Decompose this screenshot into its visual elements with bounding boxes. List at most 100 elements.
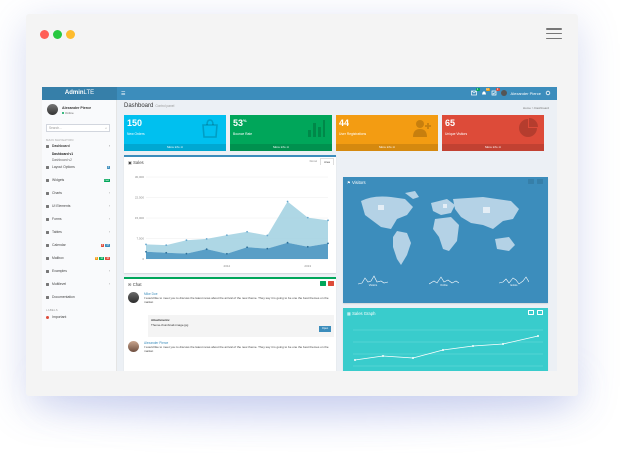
app-logo[interactable]: AdminLTE [42, 87, 117, 100]
data-point[interactable] [165, 251, 168, 254]
sidebar-badge: 5 [94, 256, 98, 260]
data-point[interactable] [165, 244, 168, 247]
sidebar-badge: 3 [100, 243, 104, 247]
sidebar-search-input[interactable]: Search... ⌕ [46, 124, 110, 132]
window-maximize-dot[interactable] [53, 30, 62, 39]
pie-chart-icon [46, 191, 49, 195]
stat-box-bounce-rate: 53% Bounce Rate More info ➜ [230, 115, 332, 151]
visitors-collapse-button[interactable] [537, 179, 543, 184]
main-navigation-header: MAIN NAVIGATION [46, 138, 74, 142]
stat-box-new-orders: 150 New Orders More info ➜ [124, 115, 226, 151]
data-point[interactable] [246, 246, 249, 249]
data-point[interactable] [185, 252, 188, 255]
sidebar-item-label: Forms [52, 217, 62, 221]
sales-graph-panel: ▦ Sales Graph [343, 308, 548, 371]
sidebar-item-ui-elements[interactable]: UI Elements ‹ [46, 203, 112, 209]
breadcrumb[interactable]: Home > Dashboard [523, 106, 549, 110]
data-point[interactable] [145, 243, 147, 246]
data-point[interactable] [306, 245, 309, 248]
chat-text: I would like to meet you to discuss the … [144, 296, 329, 305]
stat-box-unique-visitors: 65 Unique Visitors More info ➜ [442, 115, 544, 151]
sidebar-item-label: Important [52, 315, 67, 319]
envelope-icon [46, 256, 49, 260]
data-point[interactable] [306, 216, 309, 219]
sales-graph-collapse-button[interactable] [528, 310, 534, 315]
more-info-link[interactable]: More info ➜ [336, 144, 438, 151]
gears-icon[interactable] [545, 90, 551, 96]
th-icon [46, 178, 49, 182]
open-button[interactable]: Open [319, 326, 331, 332]
chevron-left-icon: ‹ [108, 282, 110, 286]
tasks-icon[interactable]: 9 [491, 88, 500, 96]
data-point[interactable] [205, 237, 208, 240]
chat-close-button[interactable] [328, 281, 334, 286]
sidebar-item-label: Multilevel [52, 282, 67, 286]
sidebar-item-examples[interactable]: Examples ‹ [46, 268, 112, 274]
navbar-user-name[interactable]: Alexander Pierce [511, 91, 541, 96]
more-info-link[interactable]: More info ➜ [442, 144, 544, 151]
data-point[interactable] [225, 252, 228, 255]
more-info-link[interactable]: More info ➜ [230, 144, 332, 151]
data-point[interactable] [145, 250, 147, 253]
window-minimize-dot[interactable] [66, 30, 75, 39]
sidebar-item-calendar[interactable]: Calendar 3 17 [46, 242, 112, 248]
visitors-calendar-button[interactable] [528, 179, 534, 184]
chat-bubble-icon: ✉ [128, 282, 132, 287]
tasks-badge: 9 [495, 88, 500, 91]
sidebar-item-charts[interactable]: Charts ‹ [46, 190, 112, 196]
sidebar-item-tables[interactable]: Tables ‹ [46, 229, 112, 235]
browser-window: AdminLTE ☰ 4 10 9 Alexander Pierce Alexa… [26, 14, 578, 396]
tab-donut[interactable]: Donut [307, 158, 320, 165]
sidebar-user-status: Online [62, 111, 74, 115]
sidebar-item-label: Documentation [52, 295, 75, 299]
sidebar-subitem-dashboard-v1[interactable]: Dashboard v1 [52, 152, 73, 156]
x-tick-label: 2013 [304, 264, 311, 268]
sidebar-item-label: Mailbox [52, 256, 64, 260]
stat-box-user-registrations: 44 User Registrations More info ➜ [336, 115, 438, 151]
sidebar-item-mailbox[interactable]: Mailbox 5 12 16 [46, 255, 112, 261]
book-icon [46, 295, 49, 299]
sidebar-toggle-icon[interactable]: ☰ [121, 91, 125, 97]
data-point[interactable] [286, 200, 289, 203]
sales-graph-close-button[interactable] [537, 310, 543, 315]
data-point[interactable] [185, 239, 188, 242]
data-point[interactable] [225, 234, 228, 237]
sidebar-badge: 17 [105, 243, 110, 247]
sidebar-item-multilevel[interactable]: Multilevel ‹ [46, 281, 112, 287]
attachment-file[interactable]: Theme-thumbnail-image.jpg [151, 323, 188, 327]
hamburger-menu-icon[interactable] [546, 28, 562, 39]
data-point[interactable] [327, 219, 329, 222]
exists-spark-label: Exists [510, 284, 518, 287]
chat-avatar [128, 341, 139, 352]
data-point[interactable] [286, 241, 289, 244]
sidebar-item-forms[interactable]: Forms ‹ [46, 216, 112, 222]
page-subtitle: Control panel [155, 104, 175, 108]
sidebar-badge: 4 [106, 165, 110, 169]
sidebar-subitem-dashboard-v2[interactable]: Dashboard v2 [52, 158, 72, 162]
chat-avatar [128, 292, 139, 303]
sidebar-badge: 16 [105, 256, 110, 260]
sidebar-item-important[interactable]: Important [46, 314, 112, 320]
window-close-dot[interactable] [40, 30, 49, 39]
notifications-icon[interactable]: 10 [481, 88, 490, 96]
more-info-link[interactable]: More info ➜ [124, 144, 226, 151]
data-point[interactable] [266, 234, 269, 237]
sidebar-item-documentation[interactable]: Documentation [46, 294, 112, 300]
sidebar-item-layout-options[interactable]: Layout Options 4 [46, 164, 112, 170]
data-point[interactable] [246, 230, 249, 233]
sidebar-item-dashboard[interactable]: Dashboard ‹ [46, 143, 112, 149]
chevron-left-icon: ‹ [108, 191, 110, 195]
navbar-avatar[interactable] [500, 90, 507, 96]
chat-online-button[interactable] [320, 281, 326, 286]
calendar-icon [46, 243, 49, 247]
files-icon [46, 165, 49, 169]
data-point[interactable] [266, 247, 269, 250]
sidebar-item-widgets[interactable]: Widgets new [46, 177, 112, 183]
data-point[interactable] [205, 248, 208, 251]
tab-area[interactable]: Area [320, 158, 334, 165]
data-point[interactable] [327, 242, 329, 245]
stat-label: User Registrations [339, 132, 367, 136]
search-icon[interactable]: ⌕ [105, 125, 107, 131]
circle-icon [46, 315, 49, 319]
messages-icon[interactable]: 4 [470, 88, 480, 96]
